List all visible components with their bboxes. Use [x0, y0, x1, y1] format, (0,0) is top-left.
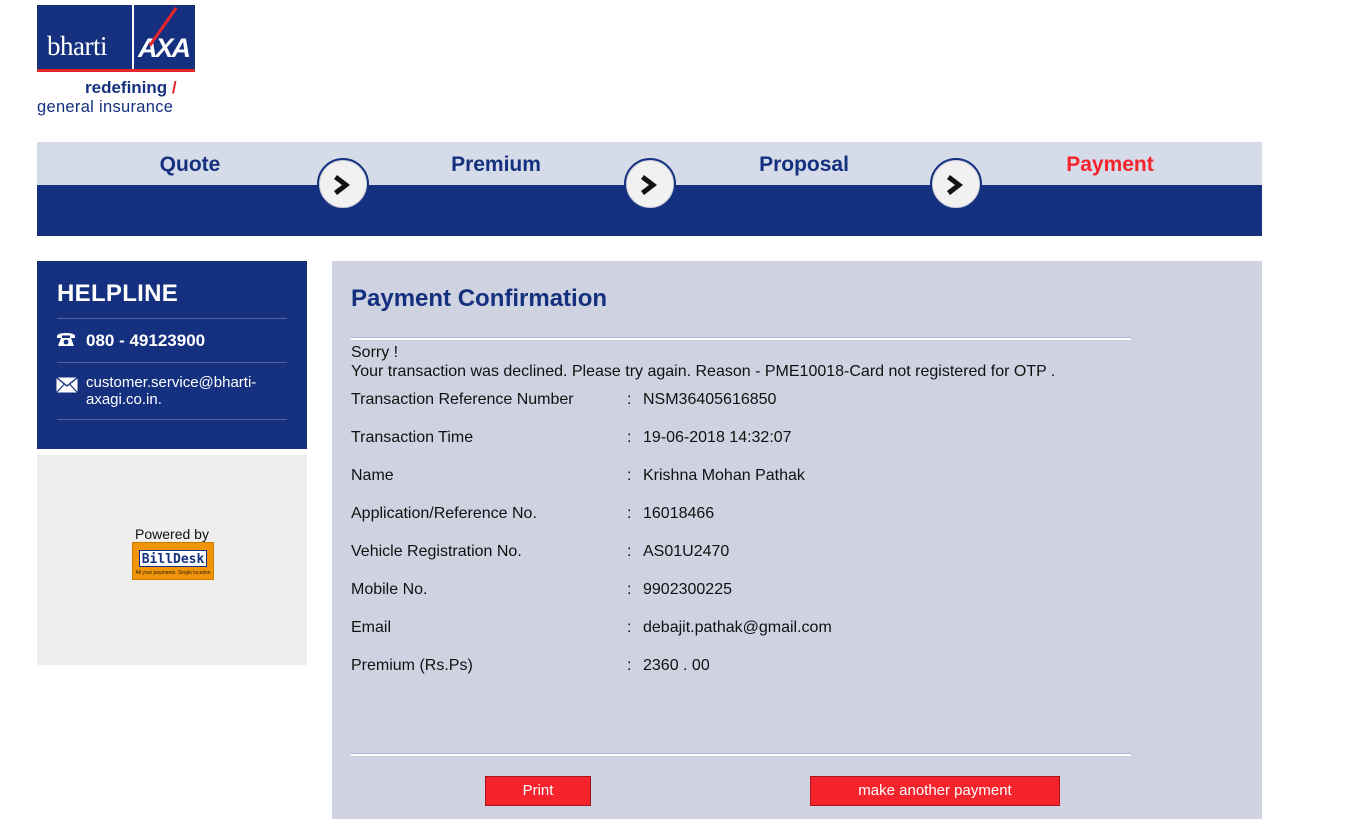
application-number-value: 16018466: [643, 505, 715, 522]
step-proposal: Proposal: [759, 153, 849, 176]
divider: [57, 318, 287, 319]
vehicle-registration-value: AS01U2470: [643, 543, 730, 560]
detail-label: Premium (Rs.Ps): [351, 657, 473, 674]
email-value: debajit.pathak@gmail.com: [643, 619, 832, 636]
step-quote: Quote: [159, 153, 221, 176]
mail-icon: [56, 376, 78, 393]
divider: [57, 419, 287, 420]
divider: [57, 362, 287, 363]
print-button[interactable]: Print: [485, 776, 591, 806]
detail-label: Transaction Reference Number: [351, 391, 574, 408]
name-value: Krishna Mohan Pathak: [643, 467, 805, 484]
detail-label: Mobile No.: [351, 581, 428, 598]
powered-by-panel: Powered by BillDesk All your payments. S…: [37, 455, 307, 665]
helpline-panel: HELPLINE 080 - 49123900 customer.service…: [37, 261, 307, 449]
error-message: Your transaction was declined. Please tr…: [351, 363, 1056, 380]
billdesk-tagline: All your payments. Single location: [135, 570, 211, 576]
mobile-value: 9902300225: [643, 581, 732, 598]
billdesk-logo: BillDesk All your payments. Single locat…: [132, 542, 214, 580]
make-another-payment-button[interactable]: make another payment: [810, 776, 1060, 806]
progress-steps: Quote Premium Proposal Payment: [37, 142, 1262, 236]
billdesk-logo-text: BillDesk: [139, 550, 207, 567]
logo-tagline-1: redefining /: [85, 78, 177, 98]
logo-bharti-text: bharti: [47, 31, 107, 61]
detail-label: Name: [351, 467, 394, 484]
step-premium: Premium: [451, 153, 541, 176]
step-payment: Payment: [1066, 153, 1154, 176]
detail-label: Transaction Time: [351, 429, 474, 446]
detail-label: Application/Reference No.: [351, 505, 537, 522]
powered-by-label: Powered by: [135, 526, 209, 542]
transaction-time-value: 19-06-2018 14:32:07: [643, 429, 792, 446]
chevron-right-icon: [317, 158, 369, 210]
logo-underline: [37, 69, 195, 72]
chevron-right-icon: [624, 158, 676, 210]
divider: [351, 753, 1131, 756]
chevron-right-icon: [930, 158, 982, 210]
detail-colon: :: [627, 581, 632, 598]
divider: [351, 337, 1131, 340]
logo-tagline-slash: /: [171, 78, 177, 97]
helpline-phone: 080 - 49123900: [86, 331, 206, 350]
detail-colon: :: [627, 505, 632, 522]
helpline-email[interactable]: customer.service@bharti-axagi.co.in.: [86, 374, 286, 408]
logo-tagline-1-text: redefining: [85, 78, 168, 97]
detail-label: Email: [351, 619, 392, 636]
transaction-reference-value: NSM36405616850: [643, 391, 777, 408]
detail-colon: :: [627, 543, 632, 560]
page-title: Payment Confirmation: [351, 285, 608, 312]
detail-colon: :: [627, 657, 632, 674]
detail-colon: :: [627, 391, 632, 408]
logo-tagline-2: general insurance: [37, 98, 174, 116]
logo-axa-text: AXA: [138, 33, 191, 63]
detail-colon: :: [627, 467, 632, 484]
logo-divider: [132, 5, 134, 69]
bharti-axa-logo: bharti AXA redefining / general insuranc…: [37, 5, 197, 120]
error-heading: Sorry !: [351, 344, 399, 361]
detail-colon: :: [627, 619, 632, 636]
helpline-title: HELPLINE: [57, 280, 179, 307]
logo-box: bharti AXA: [37, 5, 195, 69]
detail-colon: :: [627, 429, 632, 446]
premium-value: 2360 . 00: [643, 657, 710, 674]
payment-confirmation-panel: Payment Confirmation Sorry ! Your transa…: [332, 261, 1262, 819]
detail-label: Vehicle Registration No.: [351, 543, 522, 560]
phone-icon: [56, 330, 76, 348]
